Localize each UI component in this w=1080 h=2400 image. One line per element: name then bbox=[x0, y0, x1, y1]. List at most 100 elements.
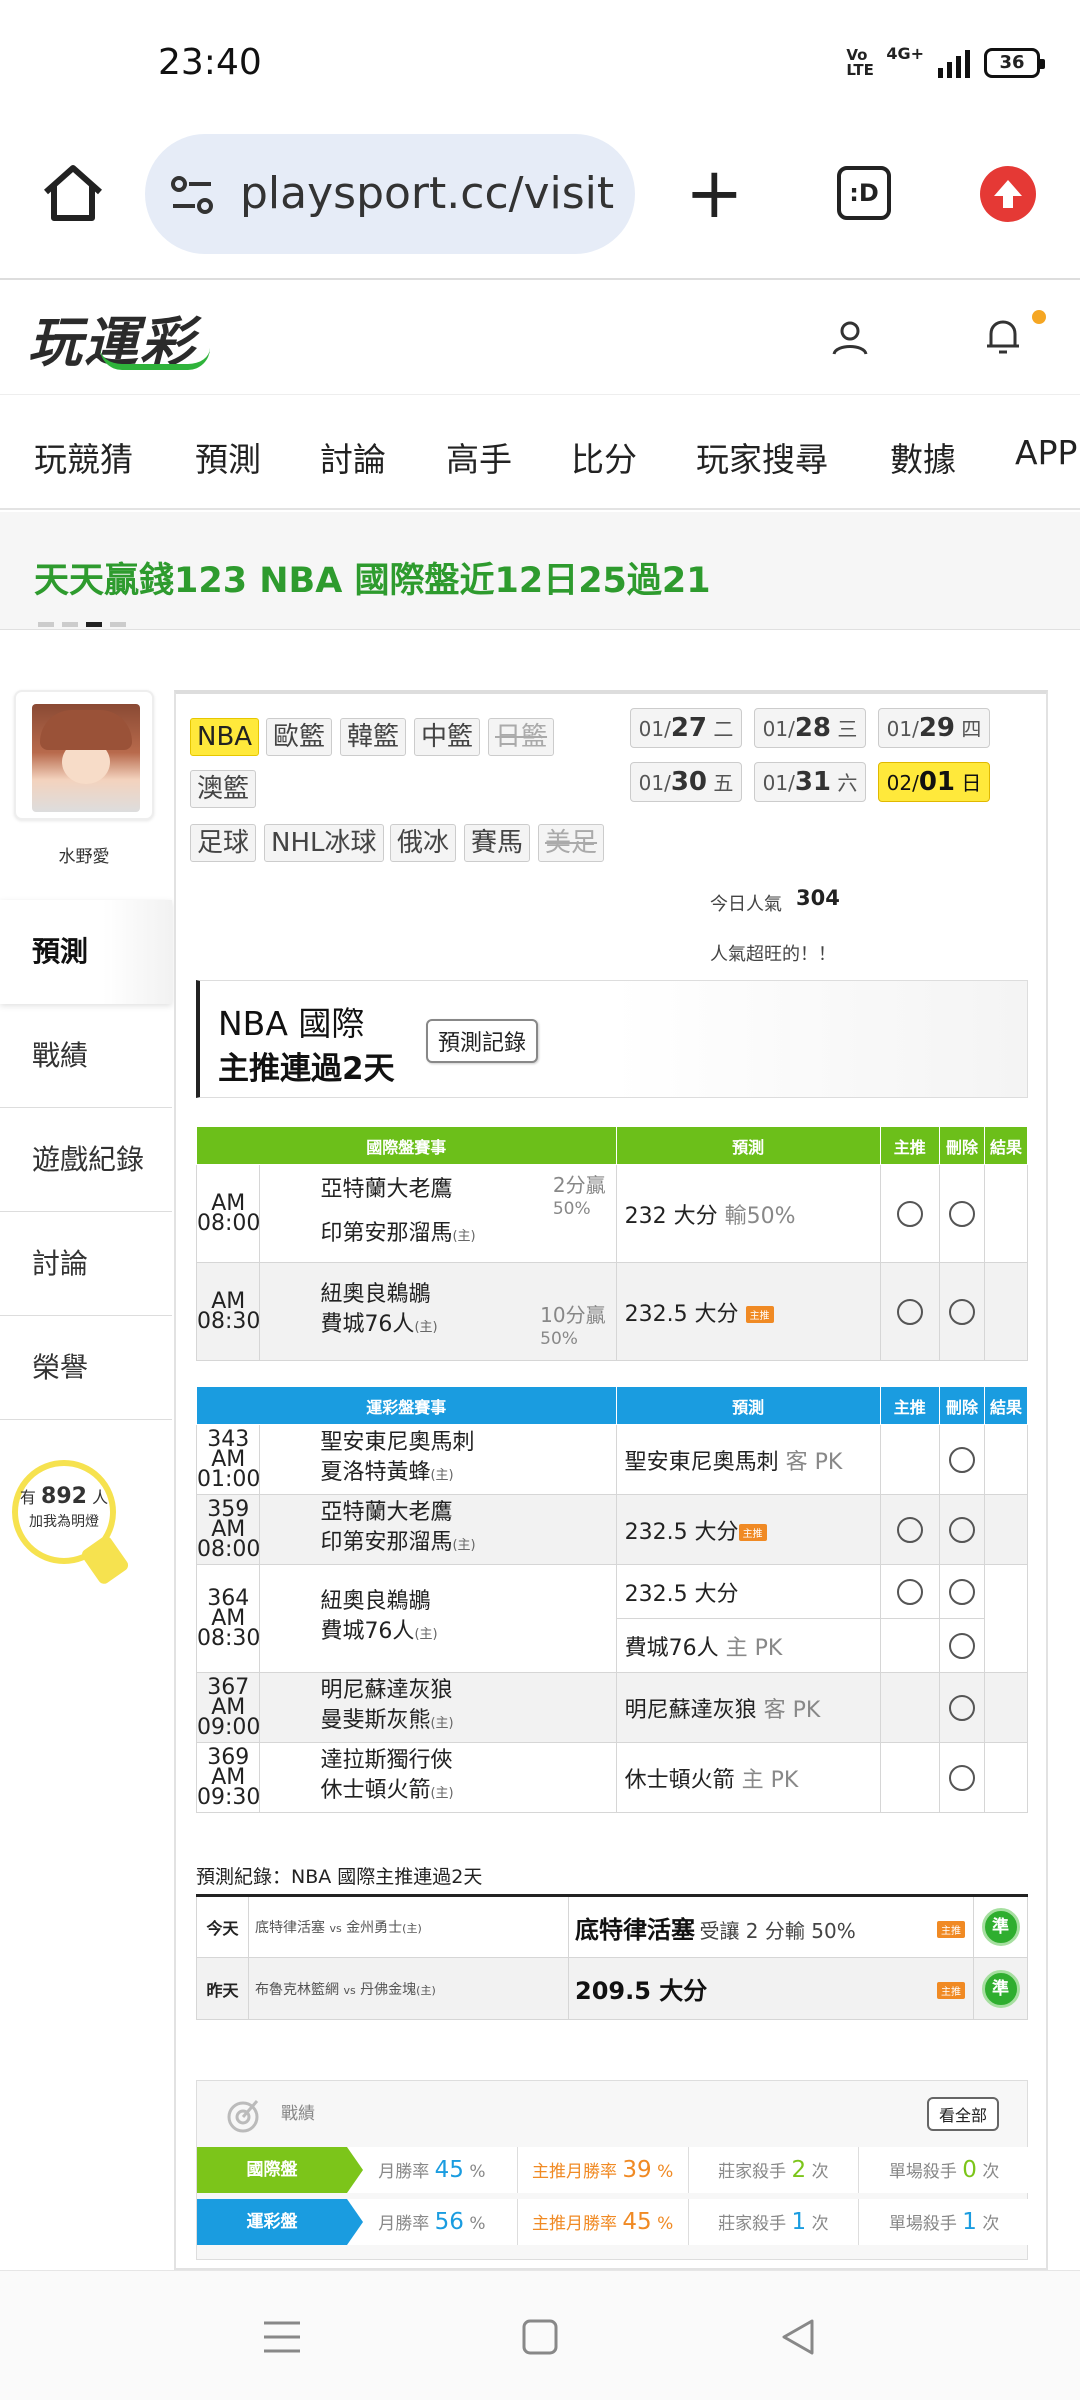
delete-radio[interactable] bbox=[948, 1578, 975, 1605]
monthly-win-rate: 月勝率 45 % bbox=[347, 2147, 518, 2193]
date-chip[interactable]: 01/28 三 bbox=[754, 708, 866, 748]
delete-cell[interactable] bbox=[938, 1618, 985, 1673]
record-table: 今天 底特律活塞 vs 金州勇士(主) 底特律活塞 受讓 2 分輸 50% 主推 … bbox=[196, 1894, 1028, 2020]
browser-toolbar: playsport.cc/visit + :D bbox=[0, 130, 1080, 280]
delete-radio[interactable] bbox=[948, 1200, 975, 1227]
follow-label[interactable]: 加我為明燈 bbox=[18, 1511, 110, 1531]
main-pick-win-rate: 主推月勝率 39 % bbox=[518, 2147, 689, 2193]
delete-radio[interactable] bbox=[948, 1764, 975, 1791]
delete-radio[interactable] bbox=[948, 1694, 975, 1721]
main-pick-cell bbox=[879, 1672, 940, 1743]
date-chip-selected[interactable]: 02/01 日 bbox=[878, 762, 990, 802]
delete-radio[interactable] bbox=[948, 1516, 975, 1543]
date-chip[interactable]: 01/30 五 bbox=[630, 762, 742, 802]
view-all-button[interactable]: 看全部 bbox=[926, 2097, 999, 2131]
table-row: 364 AM 08:30 紐奧良鵜鶘 費城76人(主) 232.5 大分 bbox=[195, 1564, 1029, 1673]
league-chip-nfl: 美足 bbox=[538, 824, 605, 862]
main-pick-cell[interactable] bbox=[879, 1494, 940, 1565]
league-chip-nba[interactable]: NBA bbox=[190, 718, 260, 756]
prediction-record-button[interactable]: 預測記錄 bbox=[426, 1019, 539, 1063]
main-pick-radio[interactable] bbox=[896, 1578, 923, 1605]
delete-radio[interactable] bbox=[948, 1298, 975, 1325]
nav-item-scores[interactable]: 比分 bbox=[571, 433, 637, 481]
home-square-icon[interactable] bbox=[520, 2317, 560, 2357]
prediction-cell: 明尼蘇達灰狼 客 PK bbox=[615, 1672, 881, 1743]
nav-item-discuss[interactable]: 討論 bbox=[320, 433, 386, 481]
avatar-frame[interactable] bbox=[14, 690, 154, 820]
status-bar: 23:40 Vo LTE 4G+ 36 bbox=[0, 0, 1080, 130]
url-text[interactable]: playsport.cc/visit bbox=[240, 168, 614, 219]
nav-item-player-search[interactable]: 玩家搜尋 bbox=[696, 433, 828, 481]
avatar[interactable] bbox=[32, 704, 140, 812]
league-chip-euro[interactable]: 歐籃 bbox=[266, 718, 333, 756]
league-chip-horse[interactable]: 賽馬 bbox=[464, 824, 531, 862]
address-bar[interactable]: playsport.cc/visit bbox=[145, 134, 635, 254]
table-row: 359 AM 08:00 亞特蘭大老鷹 印第安那溜馬(主) 232.5 大分 主推 bbox=[195, 1494, 1029, 1565]
league-chip-soccer[interactable]: 足球 bbox=[190, 824, 257, 862]
main-pick-radio[interactable] bbox=[896, 1200, 923, 1227]
nav-item-guess[interactable]: 玩競猜 bbox=[34, 433, 133, 481]
nav-item-predict[interactable]: 預測 bbox=[195, 433, 261, 481]
nav-item-data[interactable]: 數據 bbox=[890, 433, 956, 481]
game-number-time: 367 AM 09:00 bbox=[195, 1672, 261, 1743]
date-chip[interactable]: 01/29 四 bbox=[878, 708, 990, 748]
sidebar-item-game-log[interactable]: 遊戲紀錄 bbox=[0, 1108, 172, 1212]
league-chip-china[interactable]: 中籃 bbox=[414, 718, 481, 756]
league-chip-khl[interactable]: 俄冰 bbox=[390, 824, 457, 862]
menu-icon[interactable] bbox=[262, 2317, 302, 2357]
record-result: 準 bbox=[973, 1895, 1028, 1958]
status-icons: Vo LTE 4G+ 36 bbox=[846, 44, 1045, 78]
nav-item-experts[interactable]: 高手 bbox=[446, 433, 512, 481]
delete-cell[interactable] bbox=[938, 1494, 985, 1565]
table-header: 國際盤賽事 預測 主推 刪除 結果 bbox=[196, 1126, 1029, 1165]
delete-radio[interactable] bbox=[948, 1446, 975, 1473]
delete-cell[interactable] bbox=[938, 1742, 985, 1813]
back-icon[interactable] bbox=[778, 2317, 818, 2357]
main-pick-cell bbox=[879, 1424, 940, 1495]
delete-cell[interactable] bbox=[938, 1564, 985, 1619]
delete-radio[interactable] bbox=[948, 1632, 975, 1659]
main-pick-cell[interactable] bbox=[879, 1564, 940, 1619]
date-chip[interactable]: 01/27 二 bbox=[630, 708, 742, 748]
site-settings-icon[interactable] bbox=[169, 172, 215, 218]
record-title: 預測紀錄：NBA 國際主推連過2天 bbox=[196, 1866, 483, 1888]
sidebar-item-predict[interactable]: 預測 bbox=[0, 900, 172, 1004]
follow-lightbulb[interactable]: 有 892 人 加我為明燈 bbox=[12, 1460, 116, 1564]
sidebar-item-honor[interactable]: 榮譽 bbox=[0, 1316, 172, 1420]
matchup: 明尼蘇達灰狼 曼斐斯灰熊(主) bbox=[259, 1672, 617, 1743]
delete-cell[interactable] bbox=[938, 1262, 985, 1361]
sidebar-item-discuss[interactable]: 討論 bbox=[0, 1212, 172, 1316]
home-icon[interactable] bbox=[40, 160, 106, 226]
bookie-killer: 莊家殺手 1 次 bbox=[689, 2199, 860, 2245]
record-day: 昨天 bbox=[196, 1957, 249, 2020]
delete-cell[interactable] bbox=[938, 1424, 985, 1495]
home-team: 印第安那溜馬(主) bbox=[320, 1221, 476, 1246]
table-row: 369 AM 09:30 達拉斯獨行俠 休士頓火箭(主) 休士頓火箭 主 PK bbox=[195, 1742, 1029, 1813]
tab-switcher-button[interactable]: :D bbox=[837, 166, 891, 220]
league-chip-nhl[interactable]: NHL冰球 bbox=[264, 824, 384, 862]
sidebar-item-record[interactable]: 戰績 bbox=[0, 1004, 172, 1108]
matchup: 亞特蘭大老鷹 印第安那溜馬(主) bbox=[259, 1494, 617, 1565]
main-pick-radio[interactable] bbox=[896, 1298, 923, 1325]
delete-cell[interactable] bbox=[938, 1672, 985, 1743]
league-chip-australia[interactable]: 澳籃 bbox=[190, 770, 257, 808]
promo-marquee[interactable]: 天天贏錢123 NBA 國際盤近12日25過21 bbox=[0, 512, 1080, 630]
result-cell bbox=[983, 1424, 1029, 1495]
update-icon[interactable] bbox=[980, 166, 1036, 222]
username[interactable]: 水野愛 bbox=[0, 842, 168, 867]
main-pick-cell[interactable] bbox=[879, 1262, 940, 1361]
headline-subtitle: 主推連過2天 bbox=[218, 1051, 395, 1087]
new-tab-icon[interactable]: + bbox=[685, 158, 744, 228]
nav-item-app[interactable]: APP bbox=[1015, 433, 1077, 472]
prediction-cell: 232.5 大分 主推 bbox=[615, 1262, 881, 1361]
promo-text[interactable]: 天天贏錢123 NBA 國際盤近12日25過21 bbox=[34, 552, 711, 603]
main-pick-tag: 主推 bbox=[738, 1524, 767, 1541]
delete-cell[interactable] bbox=[938, 1164, 985, 1263]
main-pick-cell[interactable] bbox=[879, 1164, 940, 1263]
main-pick-radio[interactable] bbox=[896, 1516, 923, 1543]
notification-bell-icon[interactable] bbox=[983, 316, 1023, 358]
date-chip[interactable]: 01/31 六 bbox=[754, 762, 866, 802]
league-chip-korea[interactable]: 韓籃 bbox=[340, 718, 407, 756]
result-cell bbox=[983, 1262, 1029, 1361]
user-icon[interactable] bbox=[830, 318, 870, 358]
